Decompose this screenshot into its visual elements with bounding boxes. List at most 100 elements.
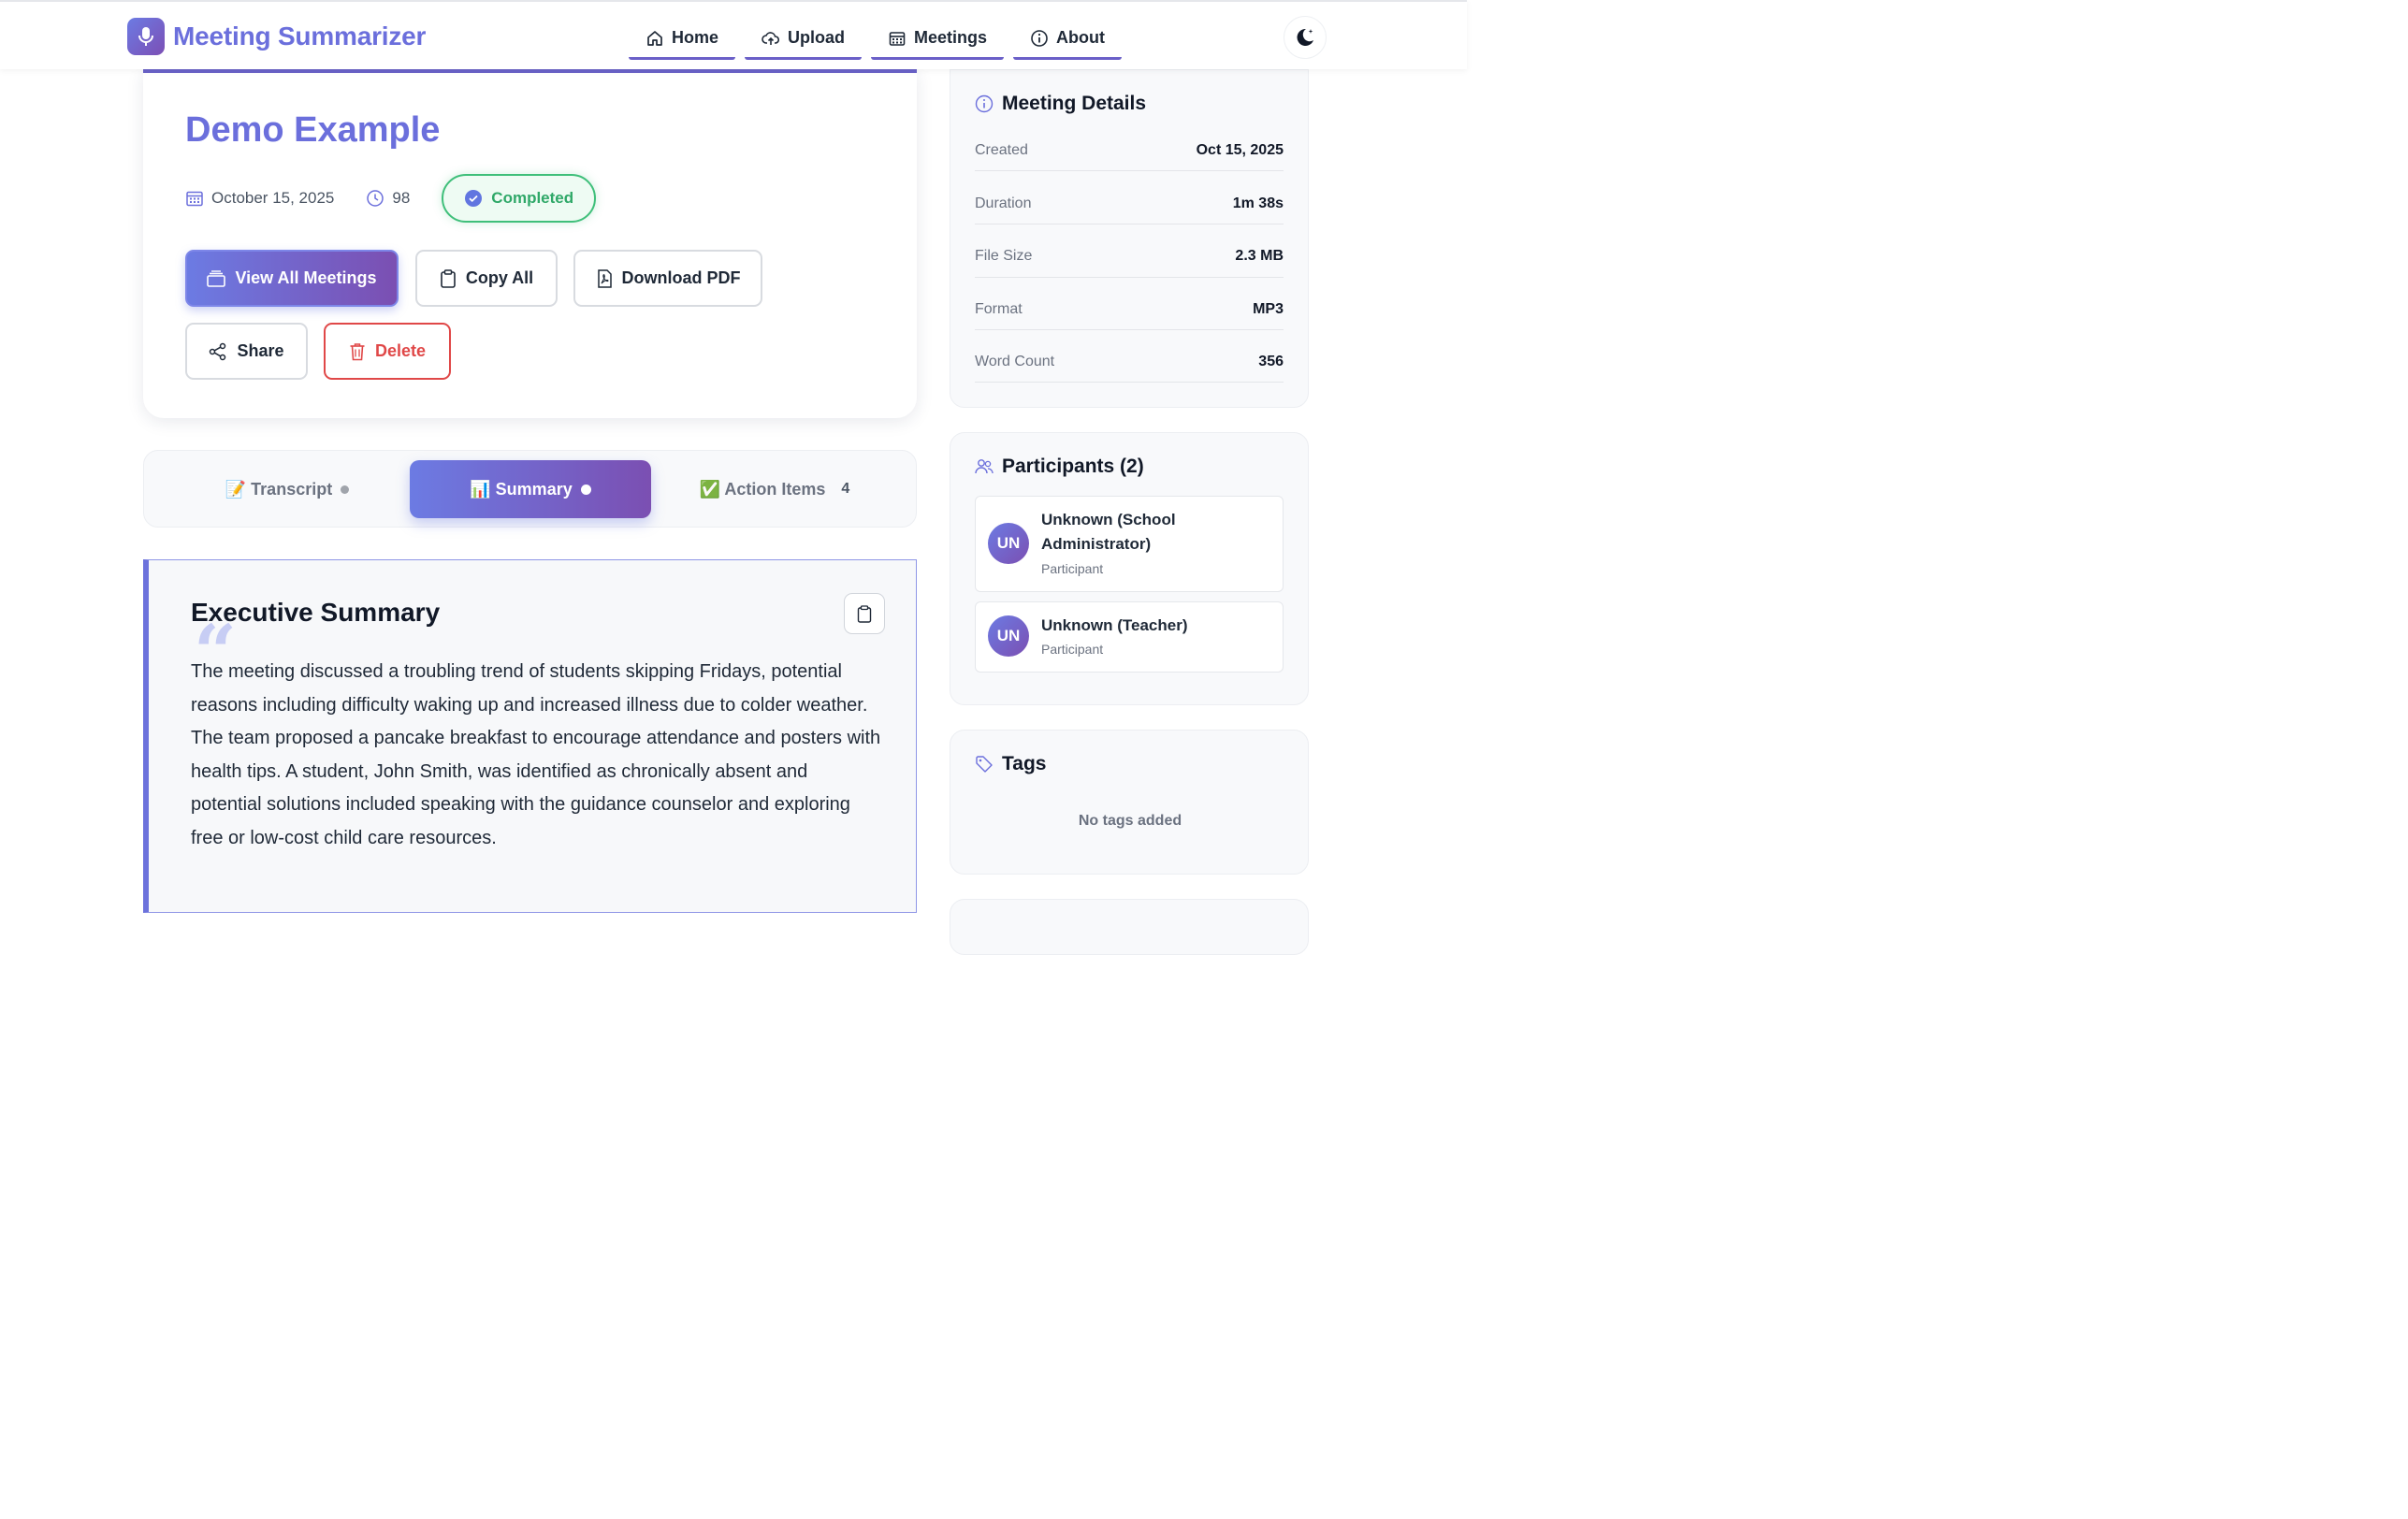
participants-card: Participants (2) UN Unknown (School Admi… — [950, 432, 1309, 705]
meeting-meta: October 15, 2025 98 Completed — [185, 174, 597, 223]
tab-transcript[interactable]: 📝 Transcript — [167, 460, 407, 518]
tags-heading: Tags — [975, 753, 1046, 775]
meeting-date: October 15, 2025 — [185, 189, 334, 208]
summary-title: Executive Summary — [191, 598, 441, 627]
tag-icon — [976, 756, 993, 773]
theme-toggle-button[interactable] — [1284, 16, 1327, 59]
meeting-date-text: October 15, 2025 — [211, 189, 335, 207]
avatar: UN — [988, 615, 1029, 657]
status-dot — [341, 485, 350, 494]
action-items-count: 4 — [841, 481, 850, 497]
view-all-meetings-button[interactable]: View All Meetings — [185, 250, 399, 307]
participant-item[interactable]: UN Unknown (School Administrator) Partic… — [975, 496, 1284, 592]
info-icon — [1031, 29, 1048, 47]
nav-home[interactable]: Home — [629, 19, 736, 60]
status-dot — [580, 484, 591, 495]
content-tabs: 📝 Transcript 📊 Summary ✅ Action Items 4 — [143, 450, 917, 528]
detail-value: Oct 15, 2025 — [1196, 142, 1284, 158]
status-badge: Completed — [442, 174, 597, 223]
no-tags-message: No tags added — [1078, 813, 1182, 829]
nav-about[interactable]: About — [1013, 19, 1123, 60]
share-icon — [210, 342, 226, 360]
divider — [975, 382, 1284, 383]
divider — [975, 329, 1284, 330]
trash-icon — [350, 342, 365, 360]
detail-created: Created Oct 15, 2025 — [975, 140, 1284, 161]
detail-value: 2.3 MB — [1235, 248, 1284, 264]
status-text: Completed — [491, 189, 574, 207]
divider — [975, 277, 1284, 278]
copy-all-label: Copy All — [465, 268, 534, 287]
tab-summary[interactable]: 📊 Summary — [410, 460, 651, 518]
detail-value: 356 — [1258, 354, 1284, 369]
download-pdf-label: Download PDF — [621, 268, 741, 287]
brand[interactable]: Meeting Summarizer — [127, 18, 426, 55]
info-icon — [975, 94, 994, 113]
nav-upload-label: Upload — [788, 28, 846, 47]
check-circle-icon — [465, 190, 483, 207]
participants-title: Participants (2) — [1002, 456, 1144, 477]
summary-text: The meeting discussed a troubling trend … — [191, 661, 881, 848]
pdf-file-icon — [597, 268, 612, 288]
main-nav: Home Upload Meetings About — [629, 19, 1123, 60]
detail-key: Created — [975, 142, 1028, 158]
tags-title: Tags — [1002, 753, 1047, 774]
home-icon — [647, 30, 662, 46]
participant-role: Participant — [1041, 561, 1104, 576]
participant-name: Unknown (School Administrator) — [1041, 511, 1176, 553]
copy-summary-button[interactable] — [844, 593, 885, 634]
nav-meetings[interactable]: Meetings — [871, 19, 1005, 60]
clipboard-icon — [857, 604, 872, 623]
nav-about-label: About — [1056, 28, 1106, 47]
tab-transcript-label: 📝 Transcript — [225, 479, 333, 499]
copy-all-button[interactable]: Copy All — [415, 250, 558, 307]
calendar-icon — [186, 191, 203, 207]
share-button[interactable]: Share — [185, 323, 308, 380]
participant-name: Unknown (Teacher) — [1041, 616, 1188, 634]
executive-summary-card: “ Executive Summary The meeting discusse… — [143, 559, 917, 913]
participant-item[interactable]: UN Unknown (Teacher) Participant — [975, 601, 1284, 673]
delete-button[interactable]: Delete — [324, 323, 451, 380]
clipboard-icon — [441, 268, 456, 288]
sidebar-card-partial — [950, 899, 1309, 955]
detail-key: Duration — [975, 195, 1032, 211]
meeting-details-title: Meeting Details — [1002, 93, 1147, 114]
view-all-meetings-label: View All Meetings — [235, 268, 377, 287]
nav-home-label: Home — [672, 28, 719, 47]
detail-word-count: Word Count 356 — [975, 352, 1284, 372]
folder-stack-icon — [207, 269, 226, 287]
moon-star-icon — [1297, 28, 1313, 46]
detail-key: Format — [975, 301, 1023, 317]
detail-format: Format MP3 — [975, 299, 1284, 320]
download-pdf-button[interactable]: Download PDF — [573, 250, 762, 307]
participant-role: Participant — [1041, 642, 1104, 657]
detail-value: 1m 38s — [1232, 195, 1284, 211]
detail-file-size: File Size 2.3 MB — [975, 246, 1284, 267]
detail-value: MP3 — [1253, 301, 1284, 317]
meeting-details-card: Meeting Details Created Oct 15, 2025 Dur… — [950, 69, 1309, 408]
microphone-icon — [127, 18, 165, 55]
tab-action-items-label: ✅ Action Items — [699, 479, 826, 499]
meeting-title: Demo Example — [185, 110, 441, 150]
detail-key: Word Count — [975, 354, 1055, 369]
meeting-duration-text: 98 — [392, 189, 411, 207]
share-label: Share — [237, 341, 284, 360]
participants-heading: Participants (2) — [975, 456, 1144, 478]
clock-icon — [367, 190, 384, 207]
delete-label: Delete — [374, 341, 427, 360]
cloud-upload-icon — [762, 31, 780, 45]
meeting-header-card: Demo Example October 15, 2025 98 Complet… — [143, 69, 917, 418]
users-icon — [975, 459, 994, 474]
tags-card: Tags No tags added — [950, 730, 1309, 875]
brand-name: Meeting Summarizer — [173, 22, 427, 51]
tab-summary-label: 📊 Summary — [470, 479, 573, 499]
detail-key: File Size — [975, 248, 1033, 264]
divider — [975, 170, 1284, 171]
calendar-icon — [889, 31, 906, 46]
top-navbar: Meeting Summarizer Home Upload Meetings … — [0, 0, 1467, 69]
nav-upload[interactable]: Upload — [745, 19, 863, 60]
detail-duration: Duration 1m 38s — [975, 194, 1284, 214]
meeting-duration: 98 — [366, 189, 410, 208]
tab-action-items[interactable]: ✅ Action Items 4 — [654, 460, 895, 518]
meeting-details-heading: Meeting Details — [975, 93, 1146, 115]
